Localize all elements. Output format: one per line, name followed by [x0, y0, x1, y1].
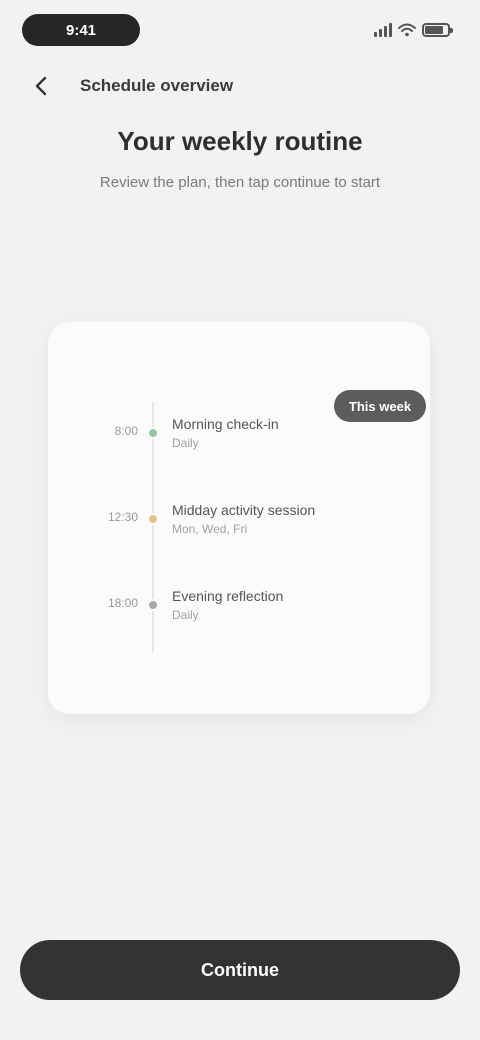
page-heading: Your weekly routine — [117, 126, 363, 156]
timeline-item[interactable]: 18:00 Evening reflection Daily — [48, 582, 430, 632]
app-bar-title: Schedule overview — [80, 76, 234, 95]
app-bar: Schedule overview — [0, 66, 480, 106]
timeline-dot — [147, 427, 159, 439]
battery-icon — [422, 23, 453, 37]
timeline-item[interactable]: 8:00 Morning check-in Daily — [48, 410, 430, 460]
back-arrow-icon — [35, 76, 47, 96]
timeline-subtitle: Daily — [172, 608, 199, 622]
page-subheading: Review the plan, then tap continue to st… — [99, 174, 381, 191]
wifi-icon — [398, 23, 416, 37]
timeline-time: 12:30 — [107, 510, 138, 524]
timeline-subtitle: Daily — [172, 436, 199, 450]
timeline-time: 18:00 — [107, 596, 138, 610]
status-time: 9:41 — [22, 14, 140, 46]
timeline-time: 8:00 — [114, 424, 138, 438]
timeline-subtitle: Mon, Wed, Fri — [172, 522, 248, 536]
signal-icon — [374, 23, 392, 37]
status-bar: 9:41 — [0, 0, 480, 60]
timeline-title: Evening reflection — [172, 588, 284, 604]
timeline-item[interactable]: 12:30 Midday activity session Mon, Wed, … — [48, 496, 430, 546]
continue-button[interactable]: Continue — [20, 940, 460, 1000]
timeline-dot — [147, 513, 159, 525]
schedule-card: This week 8:00 Morning check-in Daily 12… — [48, 322, 430, 714]
timeline-title: Morning check-in — [172, 416, 279, 432]
status-icons — [374, 20, 453, 40]
back-button[interactable] — [22, 66, 62, 106]
timeline-dot — [147, 599, 159, 611]
timeline-title: Midday activity session — [172, 502, 316, 518]
